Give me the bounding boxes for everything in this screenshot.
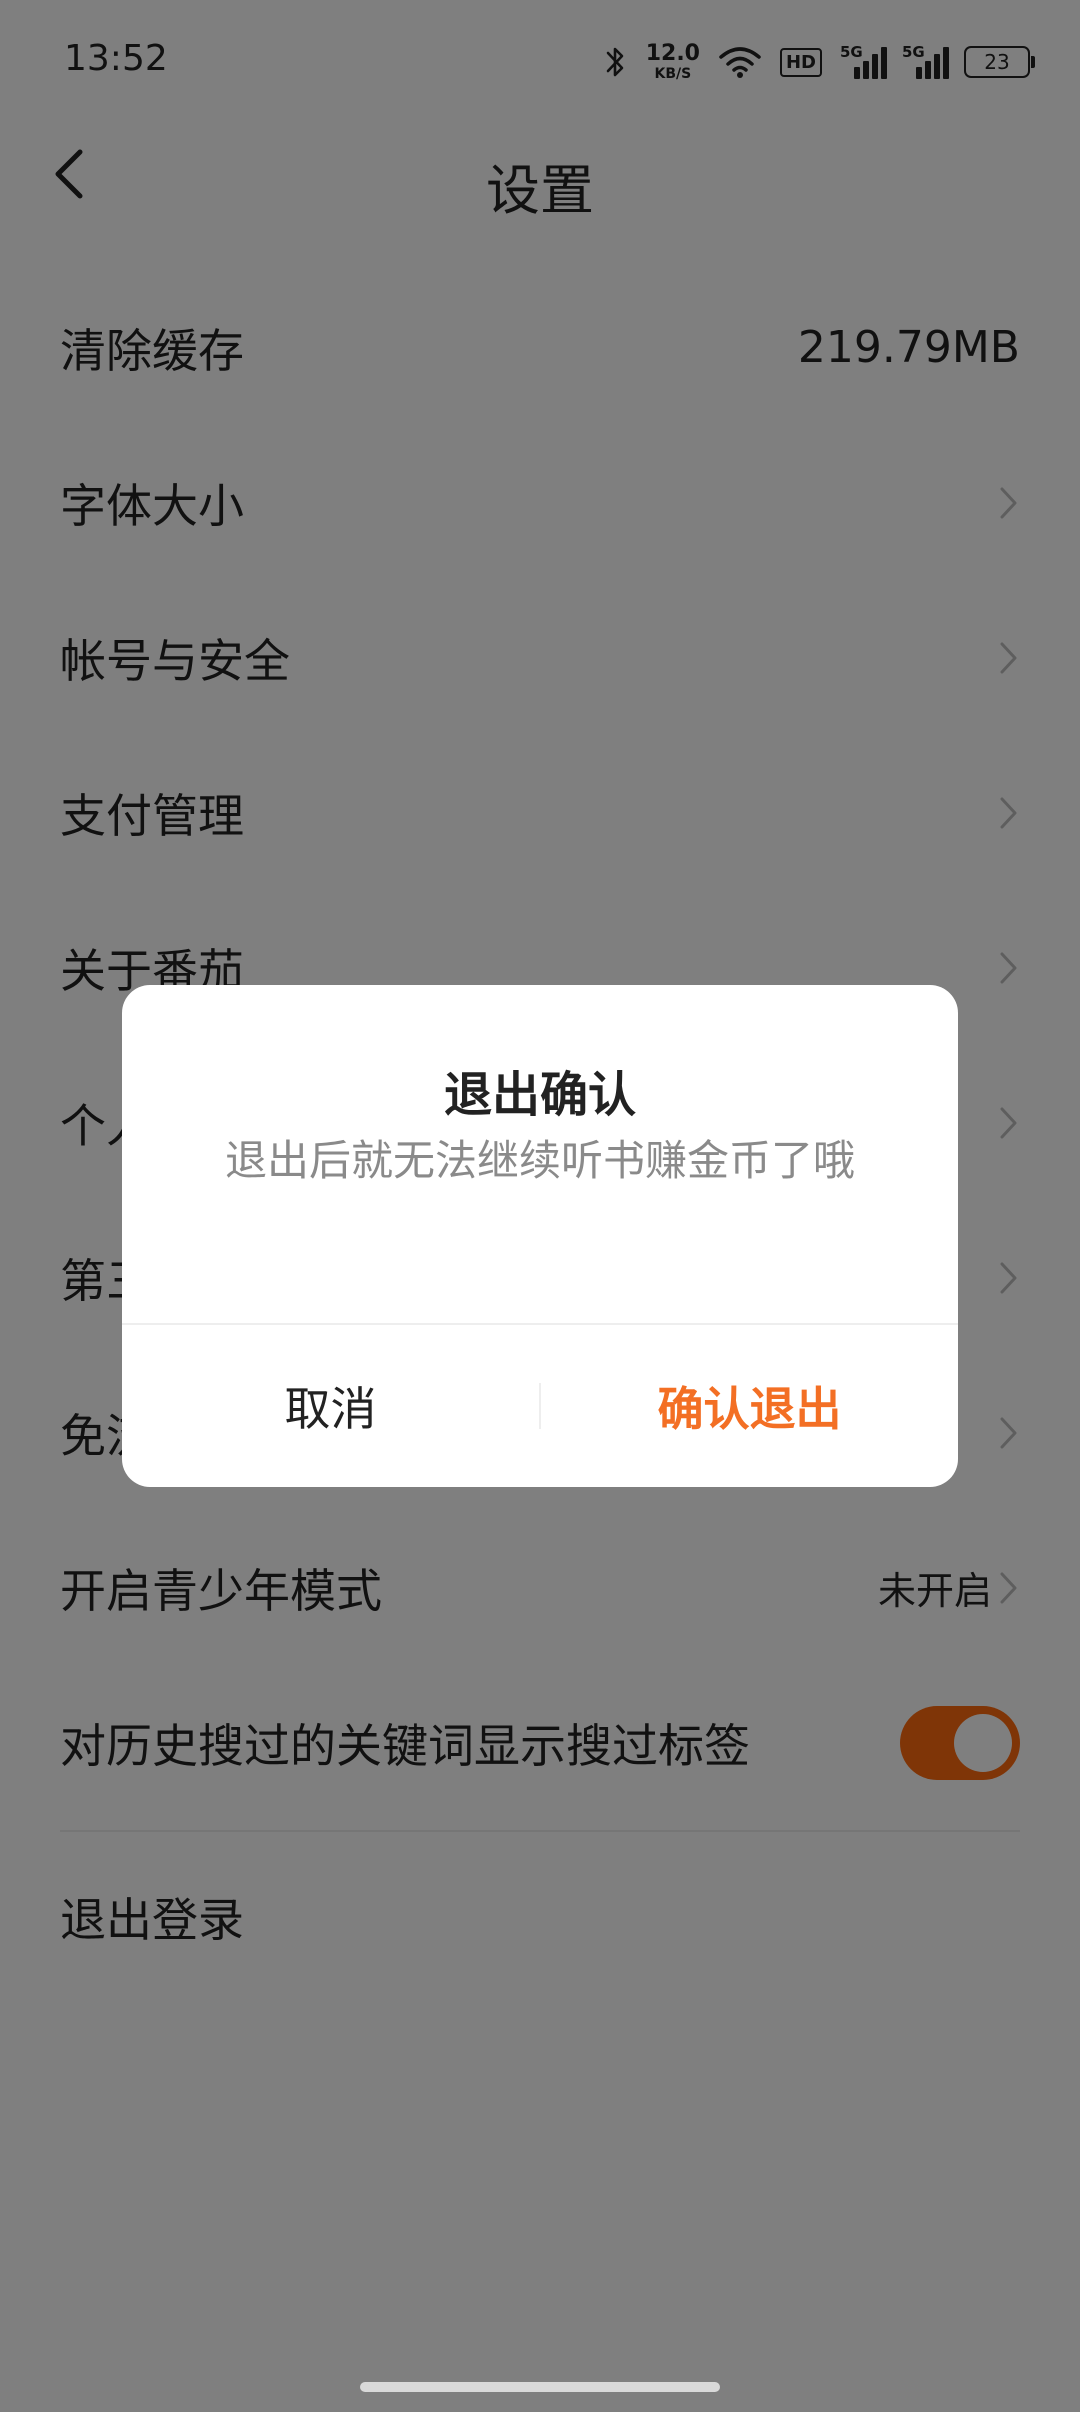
cancel-button[interactable]: 取消 (122, 1325, 539, 1487)
dialog-message: 退出后就无法继续听书赚金币了哦 (224, 1136, 855, 1185)
confirm-logout-button[interactable]: 确认退出 (541, 1325, 958, 1487)
dialog-buttons: 取消 确认退出 (122, 1325, 958, 1487)
dialog-title: 退出确认 (443, 1067, 636, 1123)
logout-confirm-dialog: 退出确认 退出后就无法继续听书赚金币了哦 取消 确认退出 (122, 985, 958, 1487)
home-indicator[interactable] (360, 2382, 720, 2392)
